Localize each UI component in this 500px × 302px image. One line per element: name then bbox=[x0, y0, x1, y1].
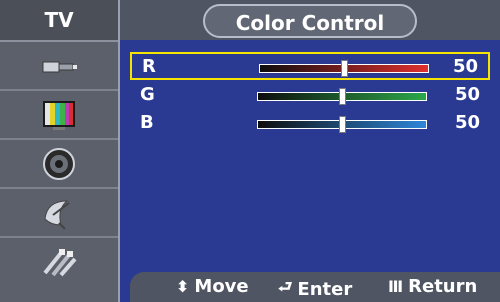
green-slider-thumb[interactable] bbox=[339, 88, 346, 105]
up-down-arrows-icon: ⬍ bbox=[176, 277, 190, 296]
move-label: Move bbox=[194, 276, 249, 297]
sidebar-title: TV bbox=[0, 0, 118, 42]
enter-hint: ⮐ Enter bbox=[278, 276, 352, 302]
color-row-red[interactable]: R 50 bbox=[130, 52, 490, 80]
menu-return-icon: Ⅲ bbox=[388, 277, 404, 296]
color-row-green[interactable]: G 50 bbox=[130, 82, 490, 110]
row-value: 50 bbox=[452, 56, 478, 77]
red-slider-thumb[interactable] bbox=[341, 60, 348, 77]
return-hint: Ⅲ Return bbox=[388, 276, 477, 297]
tv-osd-screen: TV Color Control R 50 G 50 B 50 ⬍ Move ⮐… bbox=[0, 0, 500, 302]
enter-label: Enter bbox=[297, 279, 353, 300]
color-bars-icon bbox=[43, 100, 75, 130]
green-slider-track[interactable] bbox=[257, 88, 427, 105]
cables-icon bbox=[43, 248, 77, 276]
speaker-icon bbox=[43, 147, 75, 180]
row-label: B bbox=[140, 112, 154, 133]
row-value: 50 bbox=[454, 84, 480, 105]
page-title: Color Control bbox=[203, 4, 417, 38]
header-bar: Color Control bbox=[120, 0, 500, 40]
row-label: R bbox=[142, 56, 156, 77]
row-label: G bbox=[140, 84, 155, 105]
sidebar-item-sound[interactable] bbox=[0, 140, 118, 189]
enter-icon: ⮐ bbox=[278, 277, 293, 296]
sidebar-item-channel[interactable] bbox=[0, 189, 118, 238]
satellite-dish-icon bbox=[44, 199, 70, 230]
color-row-blue[interactable]: B 50 bbox=[130, 110, 490, 138]
blue-slider-thumb[interactable] bbox=[339, 116, 346, 133]
sidebar: TV bbox=[0, 0, 120, 302]
return-label: Return bbox=[408, 276, 478, 297]
sidebar-item-picture[interactable] bbox=[0, 91, 118, 140]
blue-slider-track[interactable] bbox=[257, 116, 427, 133]
sidebar-item-setup[interactable] bbox=[0, 238, 118, 285]
red-slider-track[interactable] bbox=[259, 60, 429, 77]
row-value: 50 bbox=[454, 112, 480, 133]
footer-bar: ⬍ Move ⮐ Enter Ⅲ Return bbox=[130, 272, 500, 302]
move-hint: ⬍ Move bbox=[176, 276, 249, 297]
sidebar-item-input[interactable] bbox=[0, 42, 118, 91]
input-plug-icon bbox=[42, 61, 77, 72]
